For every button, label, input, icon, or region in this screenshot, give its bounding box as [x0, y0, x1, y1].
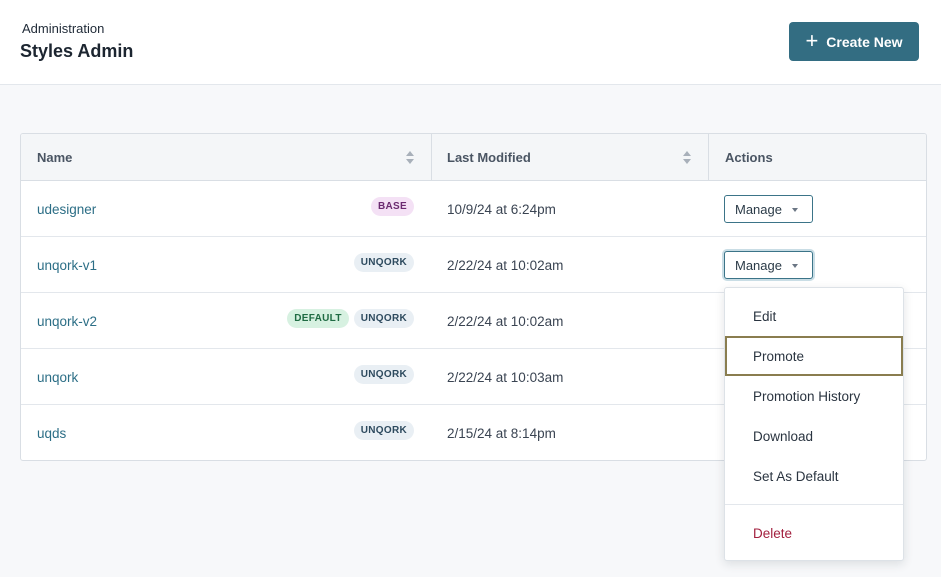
column-header-actions: Actions — [709, 134, 926, 181]
last-modified-value: 10/9/24 at 6:24pm — [447, 201, 556, 217]
menu-item-promotion-history[interactable]: Promotion History — [725, 376, 903, 416]
menu-divider — [725, 504, 903, 505]
style-name-link[interactable]: unqork — [37, 349, 78, 405]
manage-label: Manage — [735, 257, 782, 273]
breadcrumb: Administration — [22, 21, 105, 36]
unqork-badge: UNQORK — [353, 309, 414, 328]
style-name-link[interactable]: unqork-v2 — [37, 293, 97, 349]
last-modified-value: 2/22/24 at 10:03am — [447, 369, 564, 385]
page-title: Styles Admin — [20, 41, 134, 61]
base-badge: BASE — [371, 197, 414, 216]
badge-group: UNQORK — [353, 421, 414, 440]
page-header: Administration Styles Admin + Create New — [0, 0, 941, 85]
sort-icon[interactable] — [683, 151, 691, 164]
menu-item-delete[interactable]: Delete — [725, 513, 903, 553]
style-name-link[interactable]: unqork-v1 — [37, 237, 97, 293]
last-modified-value: 2/22/24 at 10:02am — [447, 313, 564, 329]
sort-icon[interactable] — [406, 151, 414, 164]
caret-down-icon — [791, 207, 798, 212]
unqork-badge: UNQORK — [353, 421, 414, 440]
badge-group: UNQORK — [353, 365, 414, 384]
badge-group: UNQORK — [353, 253, 414, 272]
menu-item-download[interactable]: Download — [725, 416, 903, 456]
caret-down-icon — [791, 263, 798, 268]
menu-item-edit[interactable]: Edit — [725, 296, 903, 336]
manage-label: Manage — [735, 201, 782, 217]
badge-group: BASE — [371, 197, 414, 216]
manage-button[interactable]: Manage — [724, 251, 813, 279]
style-name-link[interactable]: udesigner — [37, 181, 96, 237]
column-header-label: Actions — [725, 150, 773, 165]
manage-button[interactable]: Manage — [724, 195, 813, 223]
table-header: Name Last Modified Actions — [21, 134, 926, 181]
last-modified-value: 2/15/24 at 8:14pm — [447, 425, 556, 441]
default-badge: DEFAULT — [287, 309, 349, 328]
column-header-last-modified[interactable]: Last Modified — [432, 134, 709, 181]
unqork-badge: UNQORK — [353, 253, 414, 272]
unqork-badge: UNQORK — [353, 365, 414, 384]
create-new-label: Create New — [826, 33, 903, 50]
column-header-name[interactable]: Name — [21, 134, 432, 181]
last-modified-value: 2/22/24 at 10:02am — [447, 257, 564, 273]
menu-item-promote[interactable]: Promote — [725, 336, 903, 376]
create-new-button[interactable]: + Create New — [789, 22, 919, 61]
style-name-link[interactable]: uqds — [37, 405, 66, 460]
menu-item-set-as-default[interactable]: Set As Default — [725, 456, 903, 496]
table-row: unqork-v1 UNQORK 2/22/24 at 10:02am Mana… — [21, 237, 926, 293]
badge-group: DEFAULT UNQORK — [287, 309, 414, 328]
manage-dropdown-menu: Edit Promote Promotion History Download … — [724, 287, 904, 561]
column-header-label: Last Modified — [447, 150, 531, 165]
column-header-label: Name — [37, 150, 73, 165]
plus-icon: + — [805, 27, 819, 53]
table-row: udesigner BASE 10/9/24 at 6:24pm Manage — [21, 181, 926, 237]
